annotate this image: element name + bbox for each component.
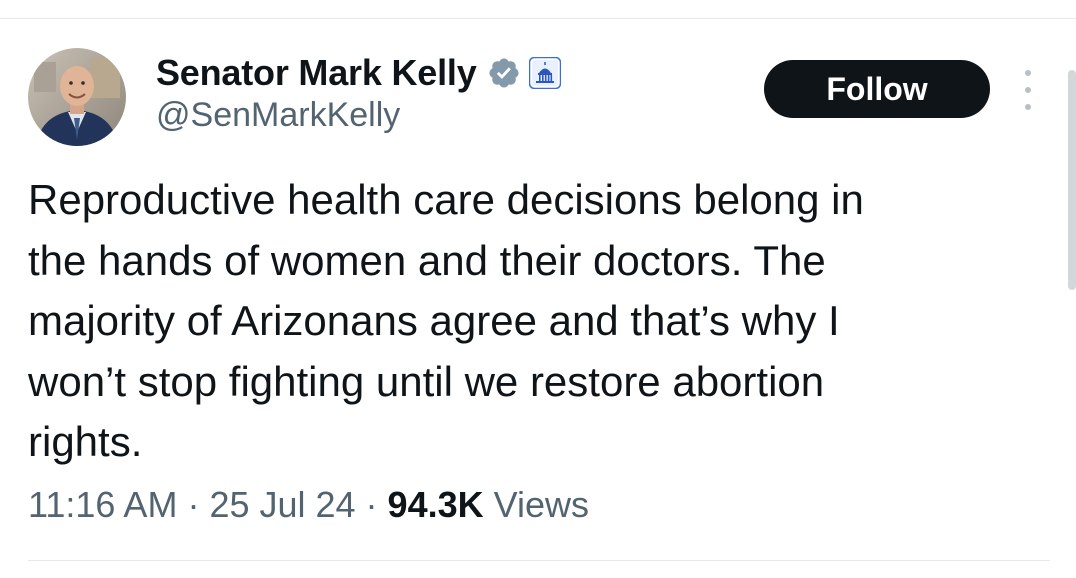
- author-handle[interactable]: @SenMarkKelly: [156, 96, 400, 135]
- tweet-meta: 11:16 AM · 25 Jul 24 · 94.3K Views: [28, 484, 589, 526]
- bottom-divider: [28, 560, 1050, 561]
- author-display-name[interactable]: Senator Mark Kelly: [156, 52, 477, 94]
- author-name-row: Senator Mark Kelly: [156, 50, 561, 96]
- views-count[interactable]: 94.3K: [388, 484, 484, 526]
- verified-badge-icon[interactable]: [487, 56, 521, 90]
- tweet-detail: Senator Mark Kelly @SenMarkKelly Follow …: [0, 0, 1076, 578]
- meta-separator: ·: [365, 484, 378, 525]
- more-vertical-icon[interactable]: [1016, 70, 1040, 110]
- meta-separator: ·: [187, 484, 200, 525]
- scrollbar[interactable]: [1068, 70, 1076, 290]
- top-divider: [0, 18, 1076, 19]
- follow-button[interactable]: Follow: [764, 60, 990, 118]
- avatar[interactable]: [28, 48, 126, 146]
- tweet-date[interactable]: 25 Jul 24: [209, 484, 355, 526]
- tweet-text: Reproductive health care decisions belon…: [28, 176, 864, 465]
- tweet-time[interactable]: 11:16 AM: [28, 484, 177, 526]
- capitol-building-icon[interactable]: [528, 57, 561, 89]
- views-label: Views: [493, 484, 590, 525]
